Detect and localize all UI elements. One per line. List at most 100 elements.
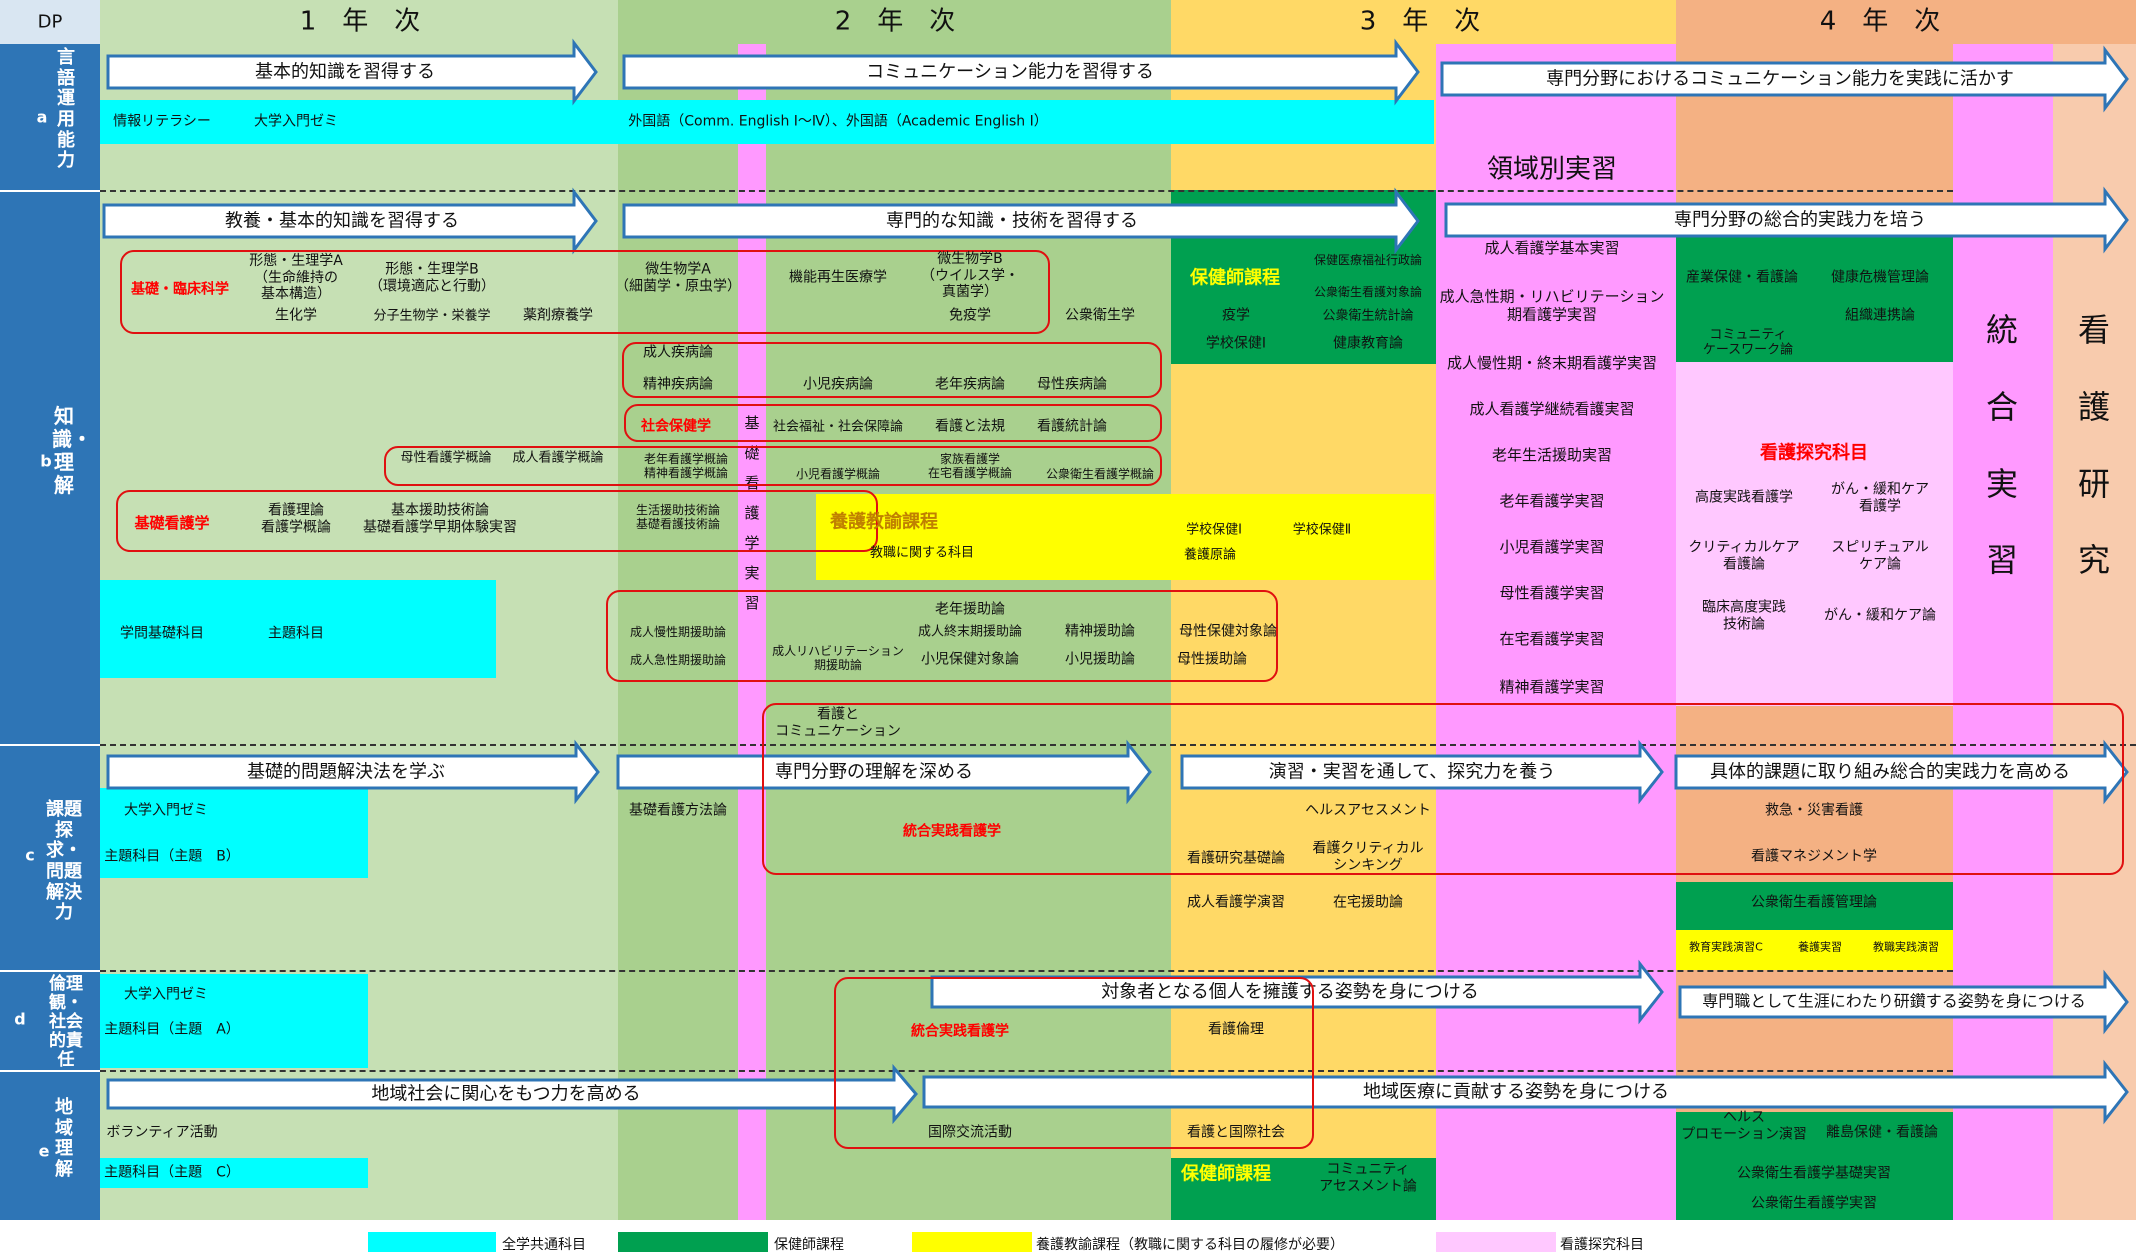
course-gakko-hoken-h: 学校保健Ⅰ xyxy=(1205,335,1267,352)
arrow-a3-label: 専門分野におけるコミュニケーション能力を実践に活かす xyxy=(1546,68,2014,90)
curriculum-map: DP 1 年 次 2 年 次 3 年 次 4 年 次 言語運用能力 a 知識・理… xyxy=(0,0,2136,1254)
course-shakai-fukushi: 社会福祉・社会保障論 xyxy=(772,419,904,435)
course-kosyu-kanri: 公衆衛生看護管理論 xyxy=(1751,894,1877,911)
label-togo-d: 統合実践看護学 xyxy=(911,1023,1009,1040)
label-togo-c: 統合実践看護学 xyxy=(903,823,1001,840)
course-keitai-b: 形態・生理学B （環境適応と行動） xyxy=(369,261,495,294)
course-sangyo: 産業保健・看護論 xyxy=(1686,269,1798,286)
label-kiso-rinsho: 基礎・臨床科学 xyxy=(131,281,229,298)
legend-swatch xyxy=(1436,1232,1556,1252)
course-kodo-jissen: 高度実践看護学 xyxy=(1695,489,1793,506)
course-daigaku-zemi-a: 大学入門ゼミ xyxy=(254,113,338,130)
year1-header: 1 年 次 xyxy=(299,6,421,37)
arrow-a1-label: 基本的知識を習得する xyxy=(255,61,435,83)
ryoiki-jisshu-label: 領域別実習 xyxy=(1486,154,1618,185)
arrow-a2-label: コミュニケーション能力を習得する xyxy=(866,61,1154,83)
dp-sub-d: d xyxy=(14,1009,26,1029)
course-kosyu-gairon: 公衆衛生看護学概論 xyxy=(1045,466,1155,481)
course-yogo-genri: 養護原論 xyxy=(1183,547,1237,563)
course-kango-to-ho: 看護と法規 xyxy=(935,418,1005,435)
course-seijin-kyusei: 成人急性期援助論 xyxy=(629,652,727,667)
course-shudai: 主題科目 xyxy=(268,625,324,642)
course-biseibutsu-b: 微生物学B （ウイルス学・ 真菌学） xyxy=(921,251,1019,301)
group-togo-c xyxy=(762,703,2124,875)
legend-swatch xyxy=(618,1232,768,1252)
year4-header: 4 年 次 xyxy=(1819,6,1941,37)
group-togo-d xyxy=(834,977,1314,1149)
course-shoni-enjo: 小児援助論 xyxy=(1065,651,1135,668)
label-tankyu: 看護探究科目 xyxy=(1760,442,1868,464)
legend-swatch xyxy=(368,1232,496,1252)
course-bosei-shippei: 母性疾病論 xyxy=(1037,376,1107,393)
legend-swatch xyxy=(912,1232,1032,1252)
course-daigaku-zemi-d: 大学入門ゼミ xyxy=(124,986,208,1003)
legend-label: 看護探究科目 xyxy=(1560,1237,1644,1253)
course-gakko-hoken-1: 学校保健Ⅰ xyxy=(1186,522,1242,538)
jisshu-item: 精神看護学実習 xyxy=(1499,678,1605,697)
course-ekigaku: 疫学 xyxy=(1222,307,1250,324)
course-bunshi: 分子生物学・栄養学 xyxy=(373,308,491,324)
kango-kenkyu-label: 看護研究 xyxy=(2077,311,2110,580)
course-ronen-enjo: 老年援助論 xyxy=(935,601,1005,618)
label-kiso-kango: 基礎看護学 xyxy=(134,514,210,533)
course-kyoshoku-jisshu: 教職実践演習 xyxy=(1873,940,1939,954)
course-ronen-shippei: 老年疾病論 xyxy=(935,376,1005,393)
course-bosei-enjo: 母性援助論 xyxy=(1177,651,1247,668)
course-community-case: コミュニティ ケースワーク論 xyxy=(1702,327,1794,358)
course-kango-tokei: 看護統計論 xyxy=(1037,418,1107,435)
course-kyoshoku: 教職に関する科目 xyxy=(869,545,975,561)
course-seijin-enshu: 成人看護学演習 xyxy=(1187,894,1285,911)
course-volunteer: ボランティア活動 xyxy=(106,1124,218,1141)
course-shudai-b: 主題科目（主題 B） xyxy=(104,848,240,865)
dp-separator xyxy=(0,744,100,746)
course-shoni-shippei: 小児疾病論 xyxy=(803,376,873,393)
course-kenko-kyoiku: 健康教育論 xyxy=(1333,335,1403,352)
course-gan-kanwa-care: がん・緩和ケア 看護学 xyxy=(1831,481,1929,514)
course-kosyu-jisshu: 公衆衛生看護学実習 xyxy=(1751,1195,1877,1212)
course-kango-critical: 看護クリティカル シンキング xyxy=(1312,840,1424,873)
dp-sub-c: c xyxy=(25,845,35,865)
dp-label-e: 地域理解 xyxy=(55,1097,73,1181)
course-soshiki: 組織連携論 xyxy=(1845,307,1915,324)
course-biseibutsu-a: 微生物学A （細菌学・原虫学） xyxy=(615,261,741,294)
jisshu-item: 在宅看護学実習 xyxy=(1499,630,1605,649)
arrow-b3-label: 専門分野の総合的実践力を培う xyxy=(1674,209,1926,231)
course-seijin-shumatsu: 成人終末期援助論 xyxy=(917,624,1023,640)
course-health-assess: ヘルスアセスメント xyxy=(1305,802,1431,819)
dp-separator xyxy=(0,970,100,972)
legend-label: 養護教諭課程（教職に関する科目の履修が必要） xyxy=(1036,1237,1344,1253)
course-kango-rinri: 看護倫理 xyxy=(1208,1021,1264,1038)
course-gakumon: 学問基礎科目 xyxy=(120,625,204,642)
legend-label: 保健師課程 xyxy=(774,1237,844,1253)
course-kosyu-kiso-jisshu: 公衆衛生看護学基礎実習 xyxy=(1737,1165,1891,1182)
course-gakko-hoken-2: 学校保健Ⅱ xyxy=(1292,522,1352,538)
course-kyukyu: 救急・災害看護 xyxy=(1765,802,1863,819)
course-kango-riron: 看護理論 看護学概論 xyxy=(261,502,331,535)
course-seishin-shippei: 精神疾病論 xyxy=(643,376,713,393)
arrow-e1-label: 地域社会に関心をもつ力を高める xyxy=(371,1083,641,1105)
jisshu-item: 老年看護学実習 xyxy=(1499,492,1605,511)
course-kyoiku-jissen: 教育実践演習C xyxy=(1689,940,1763,954)
course-kenkyu-kiso: 看護研究基礎論 xyxy=(1187,850,1285,867)
label-shakai-hoken: 社会保健学 xyxy=(641,418,711,435)
course-kiso-hoho: 基礎看護方法論 xyxy=(629,802,727,819)
jisshu-item: 成人急性期・リハビリテーション 期看護学実習 xyxy=(1439,287,1665,323)
course-kino-saisei: 機能再生医療学 xyxy=(789,269,887,286)
course-seijin-shippei: 成人疾病論 xyxy=(643,344,713,361)
dp-sub-b: b xyxy=(40,451,52,471)
course-kosyu-tokei: 公衆衛生統計論 xyxy=(1322,308,1414,324)
course-shudai-c: 主題科目（主題 C） xyxy=(104,1164,240,1181)
dp-label-a: 言語運用能力 xyxy=(57,47,75,172)
course-yakuzai: 薬剤療養学 xyxy=(523,307,593,324)
course-hokeniryo: 保健医療福祉行政論 xyxy=(1313,252,1423,267)
course-kihon-enjo: 基本援助技術論 基礎看護学早期体験実習 xyxy=(363,502,517,535)
label-yogo-katei: 養護教諭課程 xyxy=(830,511,938,533)
course-seijin-rehab: 成人リハビリテーション 期援助論 xyxy=(772,643,904,672)
course-kosyu-taisho: 公衆衛生看護対象論 xyxy=(1313,284,1423,299)
course-shoni-gairon: 小児看護学概論 xyxy=(795,466,881,481)
course-kango-comm: 看護と コミュニケーション xyxy=(775,706,901,739)
course-kosyu-eisei: 公衆衛生学 xyxy=(1065,307,1135,324)
togo-jisshu-label: 統合実習 xyxy=(1985,311,2018,580)
course-bosei-gairon: 母性看護学概論 xyxy=(400,450,492,466)
course-gaikokugo: 外国語（Comm. English Ⅰ～Ⅳ）、外国語（Academic Engl… xyxy=(628,113,1048,130)
